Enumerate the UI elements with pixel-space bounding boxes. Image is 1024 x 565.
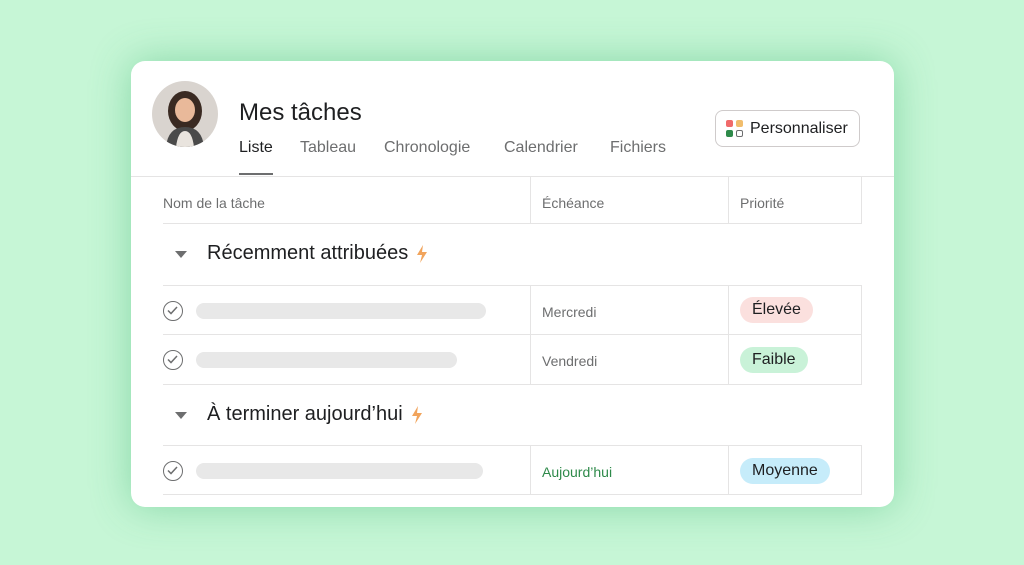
priority-badge[interactable]: Faible bbox=[740, 347, 808, 373]
complete-task-checkbox[interactable] bbox=[163, 350, 183, 370]
row-divider bbox=[163, 334, 862, 335]
tab-fichiers[interactable]: Fichiers bbox=[610, 139, 666, 175]
lightning-icon bbox=[417, 244, 428, 263]
column-divider bbox=[861, 177, 862, 224]
due-date[interactable]: Mercredi bbox=[542, 304, 596, 320]
complete-task-checkbox[interactable] bbox=[163, 301, 183, 321]
lightning-icon bbox=[411, 405, 422, 424]
task-name-placeholder[interactable] bbox=[196, 463, 483, 479]
row-divider bbox=[163, 285, 862, 286]
column-header-priority[interactable]: Priorité bbox=[740, 195, 784, 211]
tab-calendrier[interactable]: Calendrier bbox=[504, 139, 578, 175]
complete-task-checkbox[interactable] bbox=[163, 461, 183, 481]
task-name-placeholder[interactable] bbox=[196, 303, 486, 319]
due-date[interactable]: Aujourd’hui bbox=[542, 464, 612, 480]
section-title: À terminer aujourd’hui bbox=[207, 403, 403, 425]
customize-label: Personnaliser bbox=[750, 119, 848, 137]
collapse-caret-icon[interactable] bbox=[175, 251, 187, 258]
my-tasks-card: Mes tâches Liste Tableau Chronologie Cal… bbox=[131, 61, 894, 507]
column-divider bbox=[530, 177, 531, 224]
customize-button[interactable]: Personnaliser bbox=[715, 110, 860, 147]
column-divider bbox=[530, 445, 531, 495]
tab-tableau[interactable]: Tableau bbox=[300, 139, 356, 175]
avatar[interactable] bbox=[152, 81, 218, 147]
column-divider bbox=[530, 285, 531, 385]
row-divider bbox=[163, 445, 862, 446]
row-divider bbox=[163, 494, 862, 495]
customize-grid-icon bbox=[726, 119, 744, 138]
tab-liste[interactable]: Liste bbox=[239, 139, 273, 175]
column-divider bbox=[861, 445, 862, 495]
priority-badge[interactable]: Élevée bbox=[740, 297, 813, 323]
section-header[interactable]: À terminer aujourd’hui bbox=[207, 403, 423, 426]
header-divider bbox=[131, 176, 894, 177]
due-date[interactable]: Vendredi bbox=[542, 353, 597, 369]
column-divider bbox=[728, 177, 729, 224]
page-title: Mes tâches bbox=[239, 99, 362, 126]
task-name-placeholder[interactable] bbox=[196, 352, 457, 368]
column-divider bbox=[728, 445, 729, 495]
tab-chronologie[interactable]: Chronologie bbox=[384, 139, 470, 175]
column-divider bbox=[861, 285, 862, 385]
section-header[interactable]: Récemment attribuées bbox=[207, 242, 428, 265]
column-header-due-date[interactable]: Échéance bbox=[542, 195, 604, 211]
column-divider bbox=[728, 285, 729, 385]
priority-badge[interactable]: Moyenne bbox=[740, 458, 830, 484]
column-header-task-name[interactable]: Nom de la tâche bbox=[163, 195, 265, 211]
row-divider bbox=[163, 223, 862, 224]
collapse-caret-icon[interactable] bbox=[175, 412, 187, 419]
row-divider bbox=[163, 384, 862, 385]
section-title: Récemment attribuées bbox=[207, 242, 409, 264]
